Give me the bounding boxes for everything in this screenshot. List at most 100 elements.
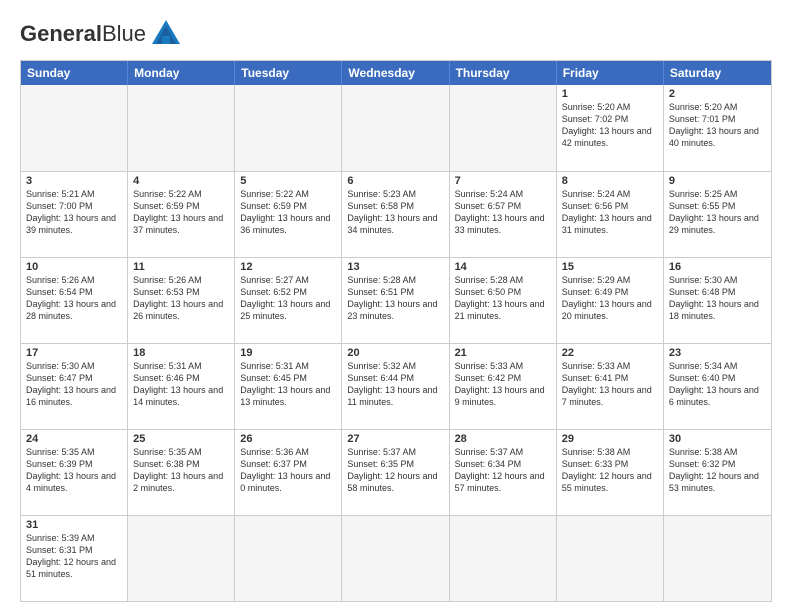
day-number: 24 — [26, 433, 122, 445]
calendar-cell: 2Sunrise: 5:20 AM Sunset: 7:01 PM Daylig… — [664, 85, 771, 171]
calendar-cell — [664, 516, 771, 601]
day-info: Sunrise: 5:24 AM Sunset: 6:57 PM Dayligh… — [455, 188, 551, 237]
day-number: 22 — [562, 347, 658, 359]
day-info: Sunrise: 5:23 AM Sunset: 6:58 PM Dayligh… — [347, 188, 443, 237]
day-info: Sunrise: 5:28 AM Sunset: 6:51 PM Dayligh… — [347, 274, 443, 323]
day-info: Sunrise: 5:25 AM Sunset: 6:55 PM Dayligh… — [669, 188, 766, 237]
day-info: Sunrise: 5:33 AM Sunset: 6:42 PM Dayligh… — [455, 360, 551, 409]
calendar-cell — [342, 85, 449, 171]
calendar-cell: 4Sunrise: 5:22 AM Sunset: 6:59 PM Daylig… — [128, 172, 235, 257]
calendar-cell: 14Sunrise: 5:28 AM Sunset: 6:50 PM Dayli… — [450, 258, 557, 343]
calendar-header: SundayMondayTuesdayWednesdayThursdayFrid… — [21, 61, 771, 85]
day-info: Sunrise: 5:20 AM Sunset: 7:02 PM Dayligh… — [562, 101, 658, 150]
calendar-cell: 9Sunrise: 5:25 AM Sunset: 6:55 PM Daylig… — [664, 172, 771, 257]
day-info: Sunrise: 5:29 AM Sunset: 6:49 PM Dayligh… — [562, 274, 658, 323]
header-day-tuesday: Tuesday — [235, 61, 342, 85]
day-info: Sunrise: 5:37 AM Sunset: 6:34 PM Dayligh… — [455, 446, 551, 495]
header-day-thursday: Thursday — [450, 61, 557, 85]
day-number: 20 — [347, 347, 443, 359]
day-number: 15 — [562, 261, 658, 273]
calendar-cell: 1Sunrise: 5:20 AM Sunset: 7:02 PM Daylig… — [557, 85, 664, 171]
header-day-friday: Friday — [557, 61, 664, 85]
day-number: 1 — [562, 88, 658, 100]
calendar-cell: 8Sunrise: 5:24 AM Sunset: 6:56 PM Daylig… — [557, 172, 664, 257]
calendar-cell: 3Sunrise: 5:21 AM Sunset: 7:00 PM Daylig… — [21, 172, 128, 257]
day-number: 13 — [347, 261, 443, 273]
day-info: Sunrise: 5:27 AM Sunset: 6:52 PM Dayligh… — [240, 274, 336, 323]
calendar-cell — [450, 85, 557, 171]
day-number: 30 — [669, 433, 766, 445]
calendar-row-5: 31Sunrise: 5:39 AM Sunset: 6:31 PM Dayli… — [21, 515, 771, 601]
calendar-cell — [128, 85, 235, 171]
day-number: 29 — [562, 433, 658, 445]
calendar-cell: 22Sunrise: 5:33 AM Sunset: 6:41 PM Dayli… — [557, 344, 664, 429]
day-number: 25 — [133, 433, 229, 445]
calendar-cell: 23Sunrise: 5:34 AM Sunset: 6:40 PM Dayli… — [664, 344, 771, 429]
day-info: Sunrise: 5:39 AM Sunset: 6:31 PM Dayligh… — [26, 532, 122, 581]
logo-icon — [148, 16, 184, 52]
day-info: Sunrise: 5:28 AM Sunset: 6:50 PM Dayligh… — [455, 274, 551, 323]
day-number: 2 — [669, 88, 766, 100]
calendar-cell — [235, 85, 342, 171]
calendar-cell: 12Sunrise: 5:27 AM Sunset: 6:52 PM Dayli… — [235, 258, 342, 343]
day-number: 31 — [26, 519, 122, 531]
day-number: 5 — [240, 175, 336, 187]
header-day-sunday: Sunday — [21, 61, 128, 85]
day-info: Sunrise: 5:24 AM Sunset: 6:56 PM Dayligh… — [562, 188, 658, 237]
day-info: Sunrise: 5:36 AM Sunset: 6:37 PM Dayligh… — [240, 446, 336, 495]
calendar-row-2: 10Sunrise: 5:26 AM Sunset: 6:54 PM Dayli… — [21, 257, 771, 343]
calendar-row-0: 1Sunrise: 5:20 AM Sunset: 7:02 PM Daylig… — [21, 85, 771, 171]
calendar-cell: 5Sunrise: 5:22 AM Sunset: 6:59 PM Daylig… — [235, 172, 342, 257]
calendar-cell: 28Sunrise: 5:37 AM Sunset: 6:34 PM Dayli… — [450, 430, 557, 515]
calendar-body: 1Sunrise: 5:20 AM Sunset: 7:02 PM Daylig… — [21, 85, 771, 601]
page-header: GeneralBlue — [20, 16, 772, 52]
day-info: Sunrise: 5:22 AM Sunset: 6:59 PM Dayligh… — [240, 188, 336, 237]
day-info: Sunrise: 5:20 AM Sunset: 7:01 PM Dayligh… — [669, 101, 766, 150]
header-day-saturday: Saturday — [664, 61, 771, 85]
day-number: 21 — [455, 347, 551, 359]
day-info: Sunrise: 5:22 AM Sunset: 6:59 PM Dayligh… — [133, 188, 229, 237]
day-number: 17 — [26, 347, 122, 359]
calendar-cell — [128, 516, 235, 601]
calendar-cell: 7Sunrise: 5:24 AM Sunset: 6:57 PM Daylig… — [450, 172, 557, 257]
calendar-cell — [342, 516, 449, 601]
calendar-cell — [21, 85, 128, 171]
day-info: Sunrise: 5:30 AM Sunset: 6:48 PM Dayligh… — [669, 274, 766, 323]
day-number: 18 — [133, 347, 229, 359]
header-day-wednesday: Wednesday — [342, 61, 449, 85]
day-info: Sunrise: 5:37 AM Sunset: 6:35 PM Dayligh… — [347, 446, 443, 495]
calendar-cell: 17Sunrise: 5:30 AM Sunset: 6:47 PM Dayli… — [21, 344, 128, 429]
day-number: 11 — [133, 261, 229, 273]
day-info: Sunrise: 5:34 AM Sunset: 6:40 PM Dayligh… — [669, 360, 766, 409]
day-info: Sunrise: 5:38 AM Sunset: 6:32 PM Dayligh… — [669, 446, 766, 495]
day-info: Sunrise: 5:31 AM Sunset: 6:46 PM Dayligh… — [133, 360, 229, 409]
day-number: 6 — [347, 175, 443, 187]
calendar-cell: 11Sunrise: 5:26 AM Sunset: 6:53 PM Dayli… — [128, 258, 235, 343]
calendar: SundayMondayTuesdayWednesdayThursdayFrid… — [20, 60, 772, 602]
day-number: 23 — [669, 347, 766, 359]
calendar-cell: 15Sunrise: 5:29 AM Sunset: 6:49 PM Dayli… — [557, 258, 664, 343]
day-info: Sunrise: 5:26 AM Sunset: 6:53 PM Dayligh… — [133, 274, 229, 323]
calendar-row-4: 24Sunrise: 5:35 AM Sunset: 6:39 PM Dayli… — [21, 429, 771, 515]
day-info: Sunrise: 5:30 AM Sunset: 6:47 PM Dayligh… — [26, 360, 122, 409]
calendar-cell: 6Sunrise: 5:23 AM Sunset: 6:58 PM Daylig… — [342, 172, 449, 257]
calendar-cell: 26Sunrise: 5:36 AM Sunset: 6:37 PM Dayli… — [235, 430, 342, 515]
calendar-cell: 16Sunrise: 5:30 AM Sunset: 6:48 PM Dayli… — [664, 258, 771, 343]
calendar-cell: 25Sunrise: 5:35 AM Sunset: 6:38 PM Dayli… — [128, 430, 235, 515]
day-number: 19 — [240, 347, 336, 359]
calendar-cell: 21Sunrise: 5:33 AM Sunset: 6:42 PM Dayli… — [450, 344, 557, 429]
calendar-row-1: 3Sunrise: 5:21 AM Sunset: 7:00 PM Daylig… — [21, 171, 771, 257]
calendar-cell: 18Sunrise: 5:31 AM Sunset: 6:46 PM Dayli… — [128, 344, 235, 429]
day-number: 10 — [26, 261, 122, 273]
calendar-cell: 13Sunrise: 5:28 AM Sunset: 6:51 PM Dayli… — [342, 258, 449, 343]
day-info: Sunrise: 5:35 AM Sunset: 6:39 PM Dayligh… — [26, 446, 122, 495]
calendar-cell: 31Sunrise: 5:39 AM Sunset: 6:31 PM Dayli… — [21, 516, 128, 601]
calendar-cell — [235, 516, 342, 601]
day-info: Sunrise: 5:21 AM Sunset: 7:00 PM Dayligh… — [26, 188, 122, 237]
calendar-row-3: 17Sunrise: 5:30 AM Sunset: 6:47 PM Dayli… — [21, 343, 771, 429]
day-number: 12 — [240, 261, 336, 273]
calendar-cell: 20Sunrise: 5:32 AM Sunset: 6:44 PM Dayli… — [342, 344, 449, 429]
day-number: 4 — [133, 175, 229, 187]
calendar-cell — [450, 516, 557, 601]
calendar-cell: 27Sunrise: 5:37 AM Sunset: 6:35 PM Dayli… — [342, 430, 449, 515]
